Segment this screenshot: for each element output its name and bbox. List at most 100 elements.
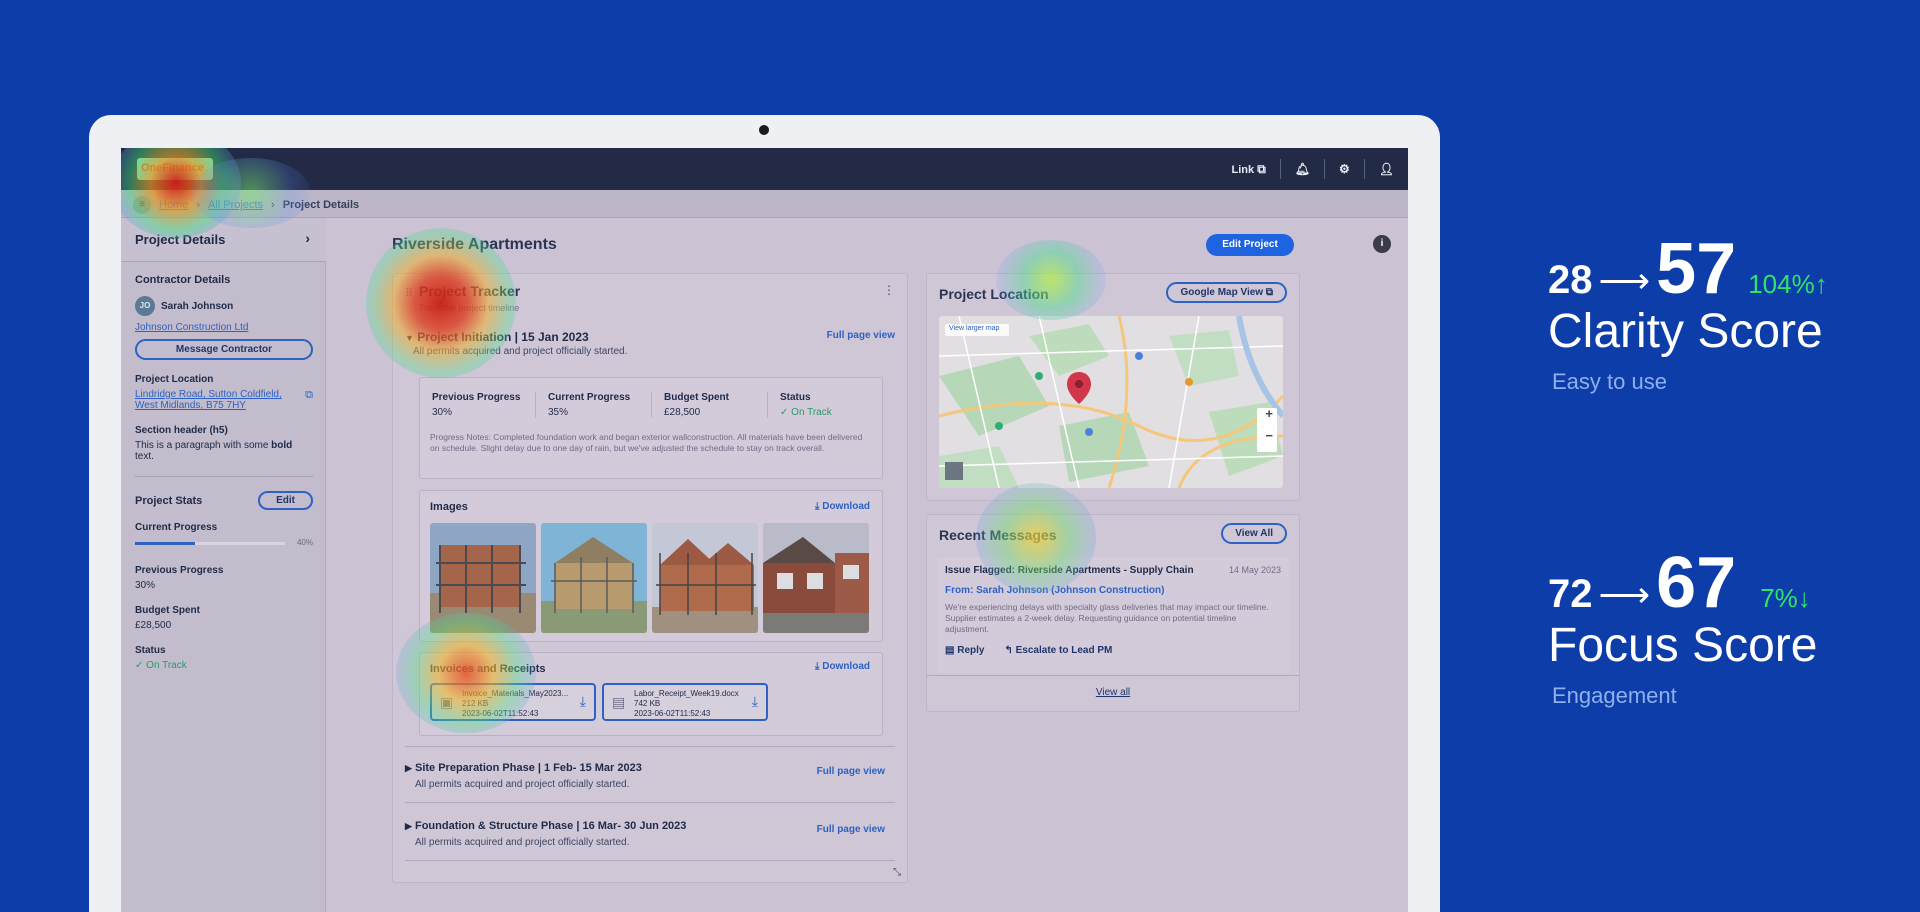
download-icon: ⤓ bbox=[815, 501, 820, 512]
status-label: Status bbox=[135, 645, 166, 656]
full-page-view-link[interactable]: Full page view bbox=[817, 824, 885, 835]
more-vertical-icon[interactable]: ⋮ bbox=[883, 283, 895, 297]
view-larger-map-link[interactable]: View larger map bbox=[949, 325, 999, 332]
message-contractor-button[interactable]: Message Contractor bbox=[135, 339, 313, 360]
external-link-icon: ⧉ bbox=[1257, 161, 1266, 176]
construction-photo[interactable] bbox=[541, 523, 647, 633]
project-location-title: Project Location bbox=[939, 286, 1049, 302]
gear-icon[interactable]: ⚙ bbox=[1339, 162, 1350, 176]
message-subject: Issue Flagged: Riverside Apartments - Su… bbox=[945, 565, 1194, 576]
camera-dot bbox=[759, 125, 769, 135]
view-all-link-wrap: View all bbox=[927, 687, 1299, 698]
check-circle-icon: ✓ bbox=[135, 660, 144, 671]
edit-stats-button[interactable]: Edit bbox=[258, 491, 313, 510]
sidebar: Project Details › Contractor Details JO … bbox=[121, 218, 326, 912]
budget-label: Budget Spent bbox=[135, 605, 200, 616]
message-actions: ▤ Reply ↰ Escalate to Lead PM bbox=[945, 645, 1112, 656]
construction-photo[interactable] bbox=[652, 523, 758, 633]
avatar: JO bbox=[135, 296, 155, 316]
divider bbox=[927, 675, 1299, 676]
divider bbox=[135, 476, 313, 477]
chevron-right-icon[interactable]: › bbox=[305, 230, 310, 246]
progress-bar: 40% bbox=[135, 537, 313, 551]
external-link-icon[interactable]: ⧉ bbox=[305, 389, 313, 411]
reply-button[interactable]: ▤ Reply bbox=[945, 645, 984, 656]
google-map-view-button[interactable]: Google Map View ⧉ bbox=[1166, 282, 1287, 303]
edit-project-button[interactable]: Edit Project bbox=[1206, 234, 1294, 256]
user-icon[interactable]: 👤︎ bbox=[1379, 162, 1394, 176]
breadcrumb-home[interactable]: Home bbox=[159, 199, 188, 211]
construction-photo[interactable] bbox=[430, 523, 536, 633]
construction-photo[interactable] bbox=[763, 523, 869, 633]
map-view[interactable]: View larger map + − bbox=[939, 316, 1283, 488]
breadcrumb-all-projects[interactable]: All Projects bbox=[208, 199, 263, 211]
escalate-icon: ↰ bbox=[1004, 645, 1013, 656]
external-link-button[interactable]: Link ⧉ bbox=[1232, 162, 1266, 177]
focus-label: Focus Score bbox=[1548, 619, 1818, 672]
menu-icon[interactable]: ≡ bbox=[133, 196, 151, 214]
info-icon[interactable]: i bbox=[1373, 235, 1391, 253]
progress-stats: Previous Progress 30% Current Progress 35%… bbox=[420, 392, 868, 418]
address-line-1[interactable]: Lindridge Road, Sutton Coldfield, bbox=[135, 389, 282, 400]
focus-from-value: 72 bbox=[1548, 572, 1593, 616]
previous-progress: Previous Progress 30% bbox=[135, 565, 313, 591]
project-location-label: Project Location bbox=[135, 374, 214, 385]
view-all-link[interactable]: View all bbox=[1096, 687, 1130, 698]
full-page-view-link[interactable]: Full page view bbox=[827, 330, 895, 344]
clarity-from-value: 28 bbox=[1548, 258, 1593, 302]
focus-sublabel: Engagement bbox=[1552, 683, 1677, 708]
brand-logo[interactable]: OneFinance bbox=[137, 158, 213, 180]
clarity-label: Clarity Score bbox=[1548, 305, 1823, 358]
download-icon[interactable]: ⤓ bbox=[580, 693, 586, 710]
zoom-out-icon[interactable]: − bbox=[1265, 428, 1273, 443]
file-info: Invoice_Materials_May2023... 212 KB 2023… bbox=[462, 689, 569, 718]
full-page-view-link[interactable]: Full page view bbox=[817, 766, 885, 777]
resize-handle-icon[interactable]: ⤡ bbox=[893, 867, 901, 878]
section-header: Section header (h5) bbox=[135, 425, 228, 436]
breadcrumb-bar: ≡ Home › All Projects › Project Details bbox=[121, 190, 1408, 218]
stat-previous-progress: Previous Progress 30% bbox=[420, 392, 536, 418]
file-info: Labor_Receipt_Week19.docx 742 KB 2023-06… bbox=[634, 689, 739, 718]
clarity-delta: 104%↑ bbox=[1748, 269, 1828, 299]
escalate-button[interactable]: ↰ Escalate to Lead PM bbox=[1004, 645, 1112, 656]
phase-site-preparation: ▶ Site Preparation Phase | 1 Feb- 15 Mar… bbox=[405, 762, 885, 790]
invoices-download-button[interactable]: ⤓ Download bbox=[815, 661, 870, 672]
images-download-button[interactable]: ⤓ Download bbox=[815, 501, 870, 512]
message-sender: From: Sarah Johnson (Johnson Constructio… bbox=[945, 585, 1165, 596]
file-card[interactable]: ▤ Labor_Receipt_Week19.docx 742 KB 2023-… bbox=[602, 683, 768, 721]
view-all-button[interactable]: View All bbox=[1221, 523, 1287, 544]
project-stats-header: Project Stats Edit bbox=[135, 491, 313, 510]
image-gallery bbox=[430, 523, 869, 633]
message-date: 14 May 2023 bbox=[1228, 565, 1281, 575]
file-card[interactable]: ▣ Invoice_Materials_May2023... 212 KB 20… bbox=[430, 683, 596, 721]
phase-subtitle: All permits acquired and project officia… bbox=[415, 837, 630, 848]
breadcrumb: ≡ Home › All Projects › Project Details bbox=[133, 196, 359, 214]
current-progress-label: Current Progress bbox=[135, 522, 218, 533]
phase-title[interactable]: ▼ Project Initiation | 15 Jan 2023 bbox=[405, 330, 589, 344]
budget-spent: Budget Spent £28,500 bbox=[135, 605, 313, 631]
zoom-in-icon[interactable]: + bbox=[1265, 406, 1273, 421]
download-icon[interactable]: ⤓ bbox=[752, 693, 758, 710]
contractor-company-link[interactable]: Johnson Construction Ltd bbox=[135, 322, 248, 333]
drag-handle-icon[interactable]: ⠿ bbox=[405, 284, 413, 302]
sidebar-header[interactable]: Project Details › bbox=[121, 218, 326, 262]
recent-messages-card: Recent Messages View All Issue Flagged: … bbox=[926, 514, 1300, 712]
phase-title[interactable]: ▶ Site Preparation Phase | 1 Feb- 15 Mar… bbox=[405, 762, 642, 777]
stat-status: Status ✓ On Track bbox=[780, 392, 832, 418]
image-file-icon: ▣ bbox=[440, 694, 454, 710]
status: Status ✓ On Track bbox=[135, 645, 313, 671]
recent-messages-title: Recent Messages bbox=[939, 527, 1057, 543]
top-bar: OneFinance Link ⧉ 🔔︎ ⚙ 👤︎ bbox=[121, 148, 1408, 190]
divider bbox=[1279, 159, 1281, 179]
phase-subtitle: All permits acquired and project officia… bbox=[413, 346, 628, 357]
message-item[interactable]: Issue Flagged: Riverside Apartments - Su… bbox=[937, 557, 1289, 673]
address-line-2[interactable]: West Midlands, B75 7HY bbox=[135, 400, 282, 411]
project-tracker-card: ⠿ Project Tracker Track the project time… bbox=[392, 273, 908, 883]
invoices-title: Invoices and Receipts bbox=[430, 663, 546, 675]
clarity-to-value: 57 bbox=[1656, 229, 1737, 309]
divider bbox=[405, 802, 895, 803]
bell-icon[interactable]: 🔔︎ bbox=[1295, 162, 1310, 176]
previous-progress-label: Previous Progress bbox=[135, 565, 224, 576]
current-progress: Current Progress 40% bbox=[135, 522, 313, 551]
phase-title[interactable]: ▶ Foundation & Structure Phase | 16 Mar-… bbox=[405, 820, 686, 835]
